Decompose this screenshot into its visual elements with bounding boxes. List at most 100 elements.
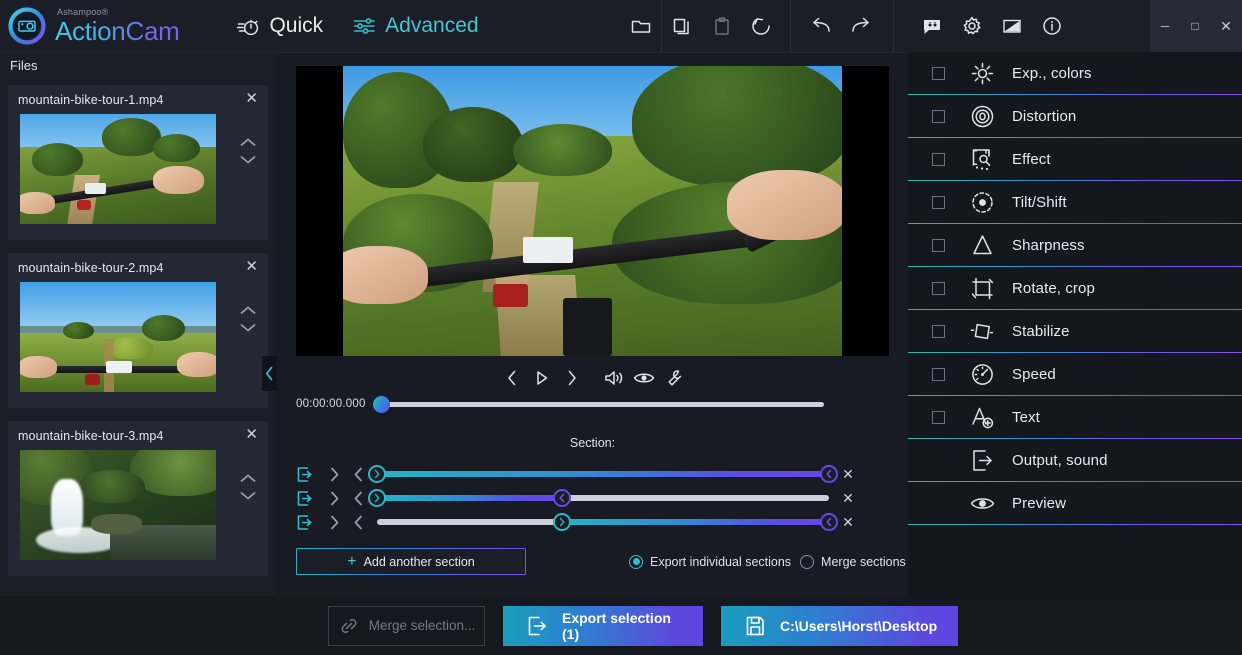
settings-gear-icon[interactable]	[952, 0, 992, 52]
tab-quick[interactable]: Quick	[237, 14, 323, 38]
export-section-icon[interactable]	[296, 514, 322, 531]
export-section-icon[interactable]	[296, 490, 322, 507]
checkbox[interactable]	[932, 110, 945, 123]
checkbox[interactable]	[932, 67, 945, 80]
remove-section-icon[interactable]: ✕	[833, 490, 863, 507]
video-preview[interactable]	[343, 66, 842, 356]
section-range-slider[interactable]	[377, 489, 829, 507]
list-item[interactable]: mountain-bike-tour-2.mp4 ✕	[8, 253, 268, 408]
panel-item-effect[interactable]: Effect	[908, 138, 1242, 181]
link-icon	[338, 616, 360, 636]
nudge-right-icon[interactable]	[322, 466, 346, 483]
scrubber-track[interactable]	[381, 402, 824, 407]
panel-item-label: Output, sound	[1012, 452, 1108, 469]
prev-frame-icon[interactable]	[497, 363, 527, 393]
eye-icon	[967, 489, 997, 519]
play-icon[interactable]	[527, 363, 557, 393]
thumbnail	[20, 114, 216, 224]
sharpness-triangle-icon	[967, 231, 997, 261]
range-start-handle[interactable]	[368, 465, 386, 483]
reset-icon[interactable]	[742, 0, 782, 52]
range-start-handle[interactable]	[553, 513, 571, 531]
section-range-slider[interactable]	[377, 465, 829, 483]
export-selection-button[interactable]: Export selection (1)	[503, 606, 703, 646]
radio-export-individual-sections[interactable]: Export individual sections	[629, 555, 791, 569]
checkbox[interactable]	[932, 153, 945, 166]
panel-item-tilt-shift[interactable]: Tilt/Shift	[908, 181, 1242, 224]
merge-selection-button[interactable]: Merge selection...	[328, 606, 485, 646]
volume-icon[interactable]	[599, 363, 629, 393]
info-icon[interactable]	[1032, 0, 1072, 52]
panel-item-exp-colors[interactable]: Exp., colors	[908, 52, 1242, 95]
paste-icon[interactable]	[702, 0, 742, 52]
wrench-icon[interactable]	[659, 363, 689, 393]
nudge-right-icon[interactable]	[322, 490, 346, 507]
move-up-icon[interactable]	[239, 305, 257, 316]
panel-item-speed[interactable]: Speed	[908, 353, 1242, 396]
export-section-icon[interactable]	[296, 466, 322, 483]
reorder-arrows	[239, 137, 257, 165]
tab-advanced[interactable]: Advanced	[353, 14, 478, 38]
scrubber-handle[interactable]	[373, 396, 390, 413]
section-row: ✕	[277, 462, 908, 486]
list-item[interactable]: mountain-bike-tour-3.mp4 ✕	[8, 421, 268, 576]
preview-eye-icon[interactable]	[629, 363, 659, 393]
radio-merge-sections[interactable]: Merge sections	[800, 555, 906, 569]
checkbox[interactable]	[932, 368, 945, 381]
feedback-icon[interactable]	[912, 0, 952, 52]
list-item[interactable]: mountain-bike-tour-1.mp4 ✕	[8, 85, 268, 240]
nudge-right-icon[interactable]	[322, 514, 346, 531]
ashampoo-logo-icon	[8, 7, 46, 45]
section-range-slider[interactable]	[377, 513, 829, 531]
move-down-icon[interactable]	[239, 490, 257, 501]
close-icon[interactable]: ✕	[243, 429, 260, 441]
lens-distortion-icon	[967, 102, 997, 132]
playback-scrubber: 00:00:00.000	[277, 398, 908, 410]
output-path-button[interactable]: C:\Users\Horst\Desktop	[721, 606, 958, 646]
panel-item-stabilize[interactable]: Stabilize	[908, 310, 1242, 353]
effect-wand-icon	[967, 145, 997, 175]
theme-contrast-icon[interactable]	[992, 0, 1032, 52]
copy-icon[interactable]	[662, 0, 702, 52]
undo-icon[interactable]	[801, 0, 841, 52]
nudge-left-icon[interactable]	[346, 514, 370, 531]
checkbox[interactable]	[932, 282, 945, 295]
panel-item-output-sound[interactable]: Output, sound	[908, 439, 1242, 482]
panel-item-sharpness[interactable]: Sharpness	[908, 224, 1242, 267]
panel-item-text[interactable]: Text	[908, 396, 1242, 439]
title-bar: Ashampoo® ActionCam	[0, 0, 1242, 52]
checkbox[interactable]	[932, 411, 945, 424]
open-folder-icon[interactable]	[621, 0, 661, 52]
minimize-button[interactable]: ─	[1150, 0, 1180, 52]
close-icon[interactable]: ✕	[243, 261, 260, 273]
merge-selection-label: Merge selection...	[369, 618, 476, 633]
panel-item-label: Exp., colors	[1012, 65, 1092, 82]
files-sidebar: Files mountain-bike-tour-1.mp4 ✕	[0, 52, 276, 596]
panel-item-distortion[interactable]: Distortion	[908, 95, 1242, 138]
checkbox[interactable]	[932, 239, 945, 252]
move-up-icon[interactable]	[239, 473, 257, 484]
panel-item-preview[interactable]: Preview	[908, 482, 1242, 525]
move-down-icon[interactable]	[239, 154, 257, 165]
files-panel-title: Files	[0, 53, 276, 79]
sidebar-collapse-button[interactable]	[262, 356, 277, 391]
move-down-icon[interactable]	[239, 322, 257, 333]
checkbox[interactable]	[932, 196, 945, 209]
sections-heading: Section:	[277, 431, 908, 450]
nudge-left-icon[interactable]	[346, 490, 370, 507]
maximize-button[interactable]: □	[1180, 0, 1210, 52]
close-button[interactable]: ✕	[1210, 0, 1242, 52]
redo-icon[interactable]	[841, 0, 881, 52]
move-up-icon[interactable]	[239, 137, 257, 148]
range-end-handle[interactable]	[553, 489, 571, 507]
panel-item-rotate-crop[interactable]: Rotate, crop	[908, 267, 1242, 310]
checkbox[interactable]	[932, 325, 945, 338]
radio-label: Merge sections	[821, 555, 906, 569]
range-start-handle[interactable]	[368, 489, 386, 507]
add-another-section-button[interactable]: + Add another section	[296, 548, 526, 575]
close-icon[interactable]: ✕	[243, 93, 260, 105]
range-end-handle[interactable]	[820, 513, 838, 531]
nudge-left-icon[interactable]	[346, 466, 370, 483]
range-end-handle[interactable]	[820, 465, 838, 483]
next-frame-icon[interactable]	[557, 363, 587, 393]
